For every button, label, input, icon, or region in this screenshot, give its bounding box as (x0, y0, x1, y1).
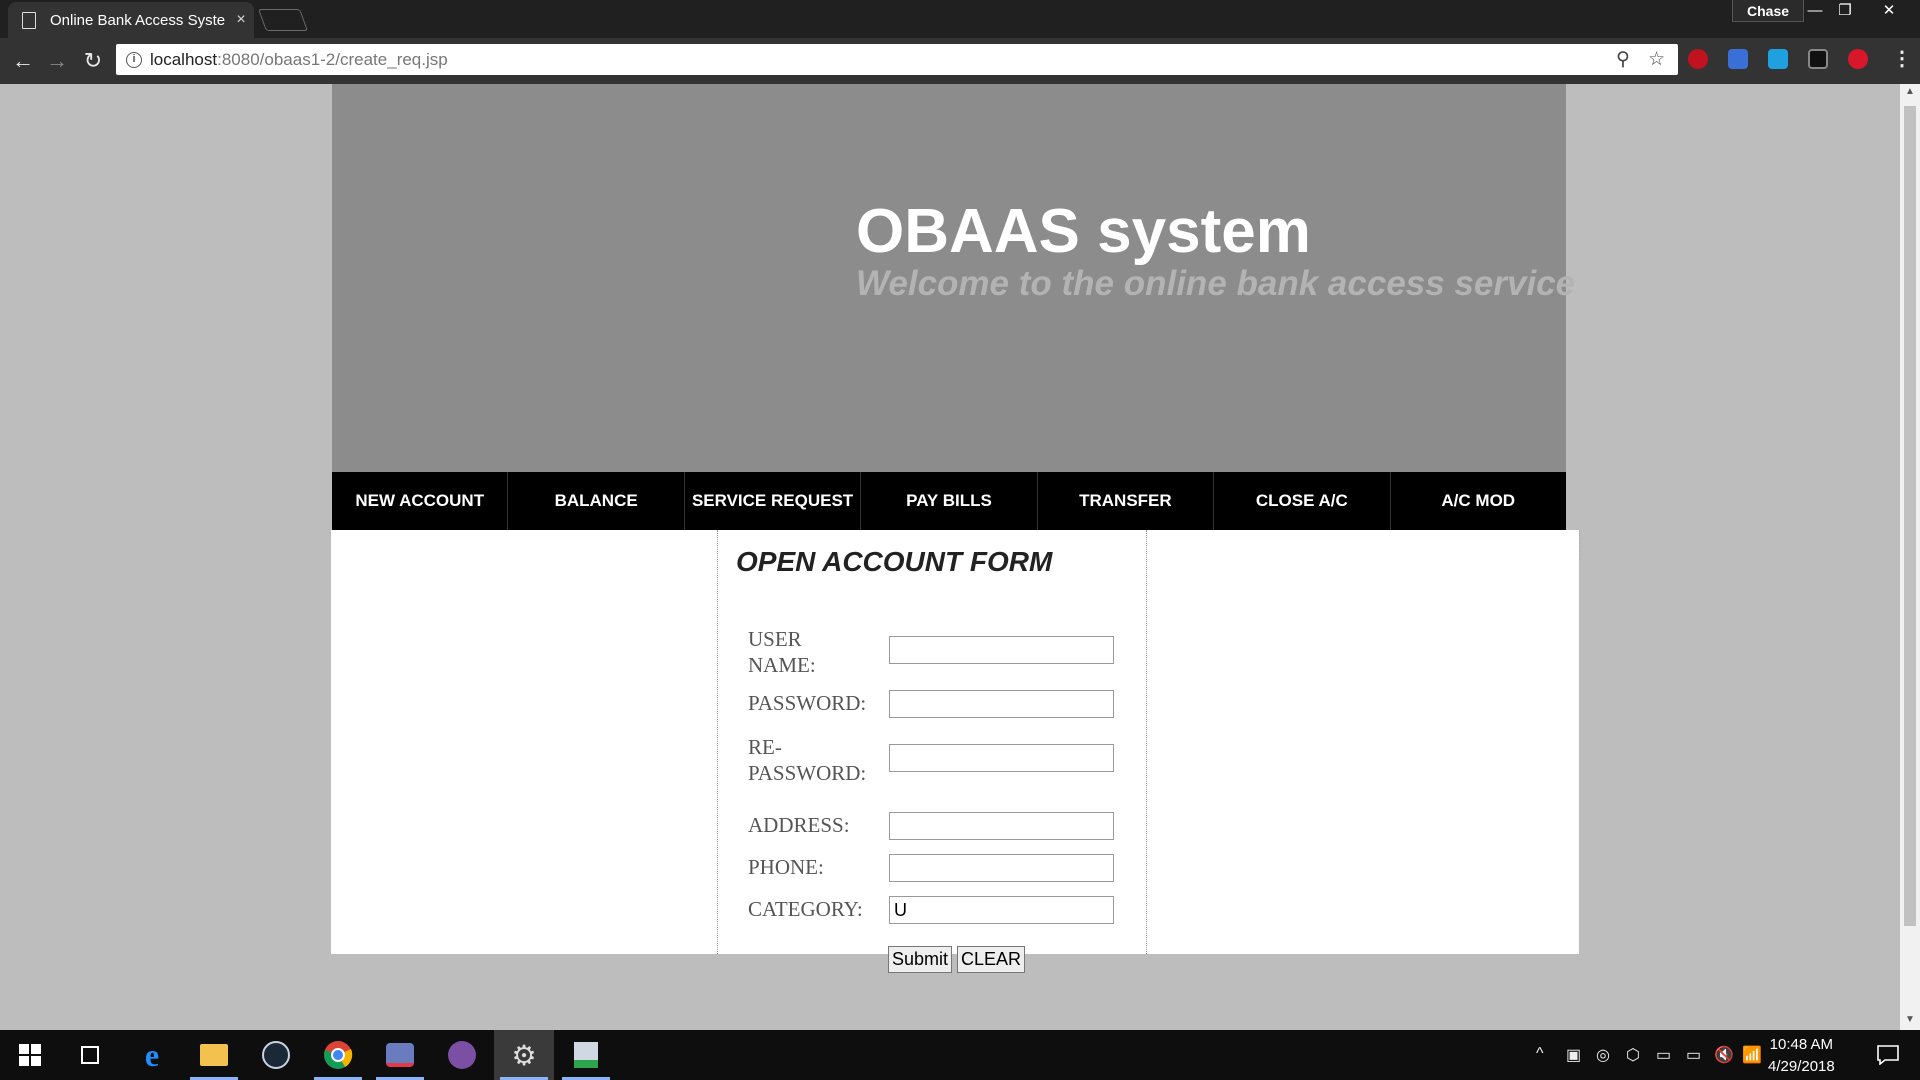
phone-input[interactable] (889, 854, 1114, 882)
submit-button[interactable]: Submit (888, 946, 953, 973)
scroll-down-arrow-icon[interactable]: ▼ (1904, 1014, 1916, 1025)
tray-shield-icon[interactable]: ⬡ (1626, 1045, 1640, 1065)
back-icon[interactable]: ← (8, 46, 38, 76)
extension-blue-icon[interactable] (1728, 49, 1748, 69)
open-account-form: OPEN ACCOUNT FORM USER NAME: PASSWORD: R… (717, 530, 1147, 954)
extension-red-icon[interactable] (1848, 49, 1868, 69)
page-scrollbar[interactable]: ▲ ▼ (1900, 84, 1920, 1030)
phone-label: PHONE: (748, 855, 824, 879)
browser-menu-icon[interactable]: ⋮ (1892, 46, 1912, 71)
action-center-button[interactable] (1858, 1030, 1918, 1080)
close-window-button[interactable]: ✕ (1874, 0, 1904, 22)
browser-tab[interactable]: Online Bank Access Syste × (8, 2, 254, 38)
site-subtitle: Welcome to the online bank access servic… (856, 264, 1576, 303)
notification-icon (1877, 1045, 1899, 1065)
clear-button[interactable]: CLEAR (957, 946, 1026, 973)
tray-wifi-icon[interactable]: 📶 (1742, 1045, 1762, 1065)
password-input[interactable] (889, 690, 1114, 718)
minimize-button[interactable]: — (1800, 0, 1830, 22)
repassword-label: RE- PASSWORD: (748, 735, 867, 785)
address-input[interactable] (889, 812, 1114, 840)
bookmark-star-icon[interactable]: ☆ (1648, 48, 1665, 71)
play-icon (574, 1042, 598, 1068)
tray-battery-icon[interactable]: ▭ (1686, 1045, 1701, 1065)
folder-icon (200, 1044, 228, 1066)
clock-time: 10:48 AM (1769, 1036, 1834, 1053)
page-viewport: OBAAS system Welcome to the online bank … (0, 84, 1900, 1030)
zoom-icon[interactable]: ⚲ (1616, 48, 1630, 71)
url-host: localhost (150, 49, 218, 69)
nav-transfer[interactable]: TRANSFER (1038, 472, 1215, 530)
edge-taskbar-item[interactable]: e (122, 1030, 182, 1080)
scroll-thumb[interactable] (1904, 106, 1916, 926)
edge-icon: e (144, 1036, 160, 1073)
username-input[interactable] (889, 636, 1114, 664)
file-explorer-taskbar-item[interactable] (184, 1030, 244, 1080)
start-button[interactable] (0, 1030, 60, 1080)
browser-tabbar: Online Bank Access Syste × Chase — ❐ ✕ (0, 0, 1920, 38)
extension-square-icon[interactable] (1808, 49, 1828, 69)
content-divider (1579, 530, 1581, 560)
nav-balance[interactable]: BALANCE (508, 472, 685, 530)
gear-icon: ⚙ (511, 1039, 537, 1071)
nav-pay-bills[interactable]: PAY BILLS (861, 472, 1038, 530)
github-taskbar-item[interactable] (432, 1030, 492, 1080)
tray-volume-muted-icon[interactable]: 🔇 (1714, 1045, 1734, 1065)
tray-app-icon[interactable]: ▣ (1566, 1045, 1581, 1065)
nav-new-account[interactable]: NEW ACCOUNT (332, 472, 509, 530)
password-label: PASSWORD: (748, 691, 867, 715)
tray-sync-icon[interactable]: ◎ (1596, 1045, 1610, 1065)
restore-button[interactable]: ❐ (1830, 0, 1860, 22)
page-icon (22, 11, 36, 29)
new-tab-button[interactable] (257, 9, 309, 31)
nav-close-ac[interactable]: CLOSE A/C (1214, 472, 1391, 530)
app-taskbar-item[interactable] (370, 1030, 430, 1080)
site-info-icon[interactable]: i (126, 51, 142, 68)
nav-ac-mod[interactable]: A/C MOD (1391, 472, 1566, 530)
scroll-up-arrow-icon[interactable]: ▲ (1904, 86, 1916, 97)
tab-close-icon[interactable]: × (228, 11, 254, 29)
category-input[interactable] (889, 896, 1114, 924)
windows-taskbar: e ⚙ ^ ▣ ◎ ⬡ ▭ ▭ 🔇 📶 10:48 AM 4/29/2018 (0, 1030, 1920, 1080)
forward-icon[interactable]: → (42, 46, 72, 76)
tab-title: Online Bank Access Syste (50, 11, 226, 29)
site-header: OBAAS system Welcome to the online bank … (332, 84, 1575, 472)
chrome-taskbar-item[interactable] (308, 1030, 368, 1080)
task-view-icon (81, 1046, 99, 1064)
task-view-button[interactable] (60, 1030, 120, 1080)
address-bar[interactable]: i localhost:8080/obaas1-2/create_req.jsp (116, 44, 1678, 75)
media-taskbar-item[interactable] (556, 1030, 616, 1080)
clock-date: 4/29/2018 (1768, 1058, 1835, 1075)
profile-button[interactable]: Chase (1732, 0, 1805, 22)
content-area: OPEN ACCOUNT FORM USER NAME: PASSWORD: R… (331, 530, 1581, 954)
steam-taskbar-item[interactable] (246, 1030, 306, 1080)
reload-icon[interactable]: ↻ (78, 46, 108, 76)
tray-expand-icon[interactable]: ^ (1536, 1045, 1544, 1063)
chrome-icon (324, 1041, 353, 1069)
github-icon (448, 1041, 476, 1069)
system-clock[interactable]: 10:48 AM 4/29/2018 (1768, 1034, 1835, 1078)
eclipse-taskbar-item[interactable]: ⚙ (494, 1030, 554, 1080)
url-path: :8080/obaas1-2/create_req.jsp (217, 49, 448, 69)
repassword-input[interactable] (889, 744, 1114, 772)
form-heading: OPEN ACCOUNT FORM (736, 546, 1053, 577)
site-title: OBAAS system (856, 197, 1311, 266)
tray-network-icon[interactable]: ▭ (1656, 1045, 1671, 1065)
main-nav: NEW ACCOUNT BALANCE SERVICE REQUEST PAY … (332, 472, 1566, 530)
ublock-extension-icon[interactable] (1688, 49, 1708, 69)
category-label: CATEGORY: (748, 897, 863, 921)
extension-cyan-icon[interactable] (1768, 49, 1788, 69)
app-icon (386, 1043, 414, 1067)
windows-logo-icon (19, 1044, 41, 1066)
username-label: USER NAME: (748, 627, 816, 677)
steam-icon (262, 1041, 290, 1069)
nav-service-request[interactable]: SERVICE REQUEST (685, 472, 862, 530)
address-label: ADDRESS: (748, 813, 850, 837)
